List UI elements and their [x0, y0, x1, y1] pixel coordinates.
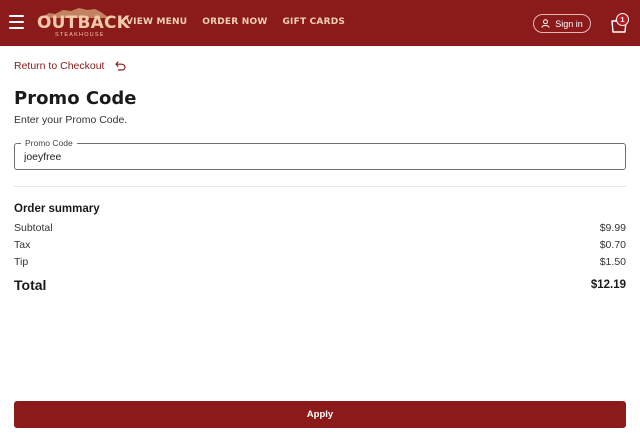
order-summary-title: Order summary — [14, 203, 100, 215]
hamburger-menu-icon[interactable] — [9, 15, 24, 29]
main-nav: VIEW MENU ORDER NOW GIFT CARDS — [126, 17, 360, 27]
tax-value: $0.70 — [599, 239, 626, 251]
tip-value: $1.50 — [599, 256, 626, 268]
tip-label: Tip — [14, 256, 29, 268]
promo-code-input[interactable] — [24, 151, 614, 163]
nav-order-now[interactable]: ORDER NOW — [202, 17, 267, 27]
subtotal-label: Subtotal — [14, 222, 53, 234]
page-description: Enter your Promo Code. — [14, 114, 128, 126]
summary-row-tax: Tax $0.70 — [14, 239, 626, 251]
summary-row-subtotal: Subtotal $9.99 — [14, 222, 626, 234]
logo-text: OUTBACK — [37, 13, 131, 33]
undo-arrow-icon — [115, 61, 127, 71]
summary-row-total: Total $12.19 — [14, 277, 626, 295]
apply-button[interactable]: Apply — [14, 401, 626, 428]
sign-in-label: Sign in — [555, 18, 583, 29]
user-icon — [541, 19, 550, 28]
page-title: Promo Code — [14, 88, 137, 109]
site-header: OUTBACK STEAKHOUSE VIEW MENU ORDER NOW G… — [0, 0, 640, 46]
subtotal-value: $9.99 — [599, 222, 626, 234]
cart-count-badge: 1 — [616, 13, 629, 26]
return-to-checkout-link[interactable]: Return to Checkout — [14, 60, 127, 72]
tax-label: Tax — [14, 239, 31, 251]
promo-code-field: Promo Code — [14, 138, 626, 170]
outback-logo[interactable]: OUTBACK STEAKHOUSE — [37, 8, 130, 38]
promo-code-label: Promo Code — [21, 138, 77, 148]
nav-gift-cards[interactable]: GIFT CARDS — [282, 17, 345, 27]
nav-view-menu[interactable]: VIEW MENU — [126, 17, 187, 27]
section-divider — [14, 186, 626, 187]
return-to-checkout-label: Return to Checkout — [14, 60, 105, 72]
total-value: $12.19 — [590, 279, 626, 291]
logo-subtext: STEAKHOUSE — [55, 32, 105, 38]
summary-row-tip: Tip $1.50 — [14, 256, 626, 268]
total-label: Total — [14, 277, 47, 293]
sign-in-button[interactable]: Sign in — [533, 14, 591, 33]
